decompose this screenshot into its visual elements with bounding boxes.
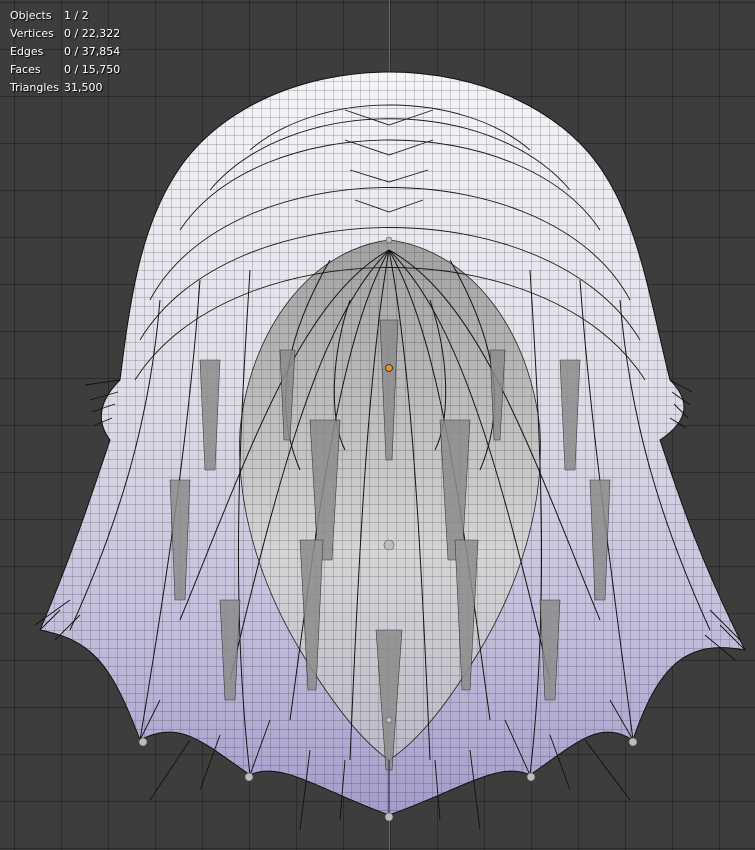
hair-mesh[interactable]: [0, 0, 755, 850]
stats-value: 0 / 37,854: [64, 45, 121, 58]
stats-value: 31,500: [64, 81, 103, 94]
stats-row-objects: Objects 1 / 2: [10, 7, 120, 25]
object-origin[interactable]: [385, 364, 393, 372]
stats-value: 0 / 15,750: [64, 63, 121, 76]
stats-label: Vertices: [10, 27, 54, 40]
stats-value: 0 / 22,322: [64, 27, 121, 40]
stats-label: Edges: [10, 45, 44, 58]
stats-value: 1 / 2: [64, 9, 89, 22]
stats-row-edges: Edges 0 / 37,854: [10, 43, 120, 61]
stats-label: Faces: [10, 63, 41, 76]
viewport-statistics: Objects 1 / 2 Vertices 0 / 22,322 Edges …: [10, 7, 120, 97]
stats-row-triangles: Triangles 31,500: [10, 79, 120, 97]
stats-row-vertices: Vertices 0 / 22,322: [10, 25, 120, 43]
stats-row-faces: Faces 0 / 15,750: [10, 61, 120, 79]
stats-label: Triangles: [10, 81, 59, 94]
3d-viewport[interactable]: Objects 1 / 2 Vertices 0 / 22,322 Edges …: [0, 0, 755, 850]
stats-label: Objects: [10, 9, 52, 22]
